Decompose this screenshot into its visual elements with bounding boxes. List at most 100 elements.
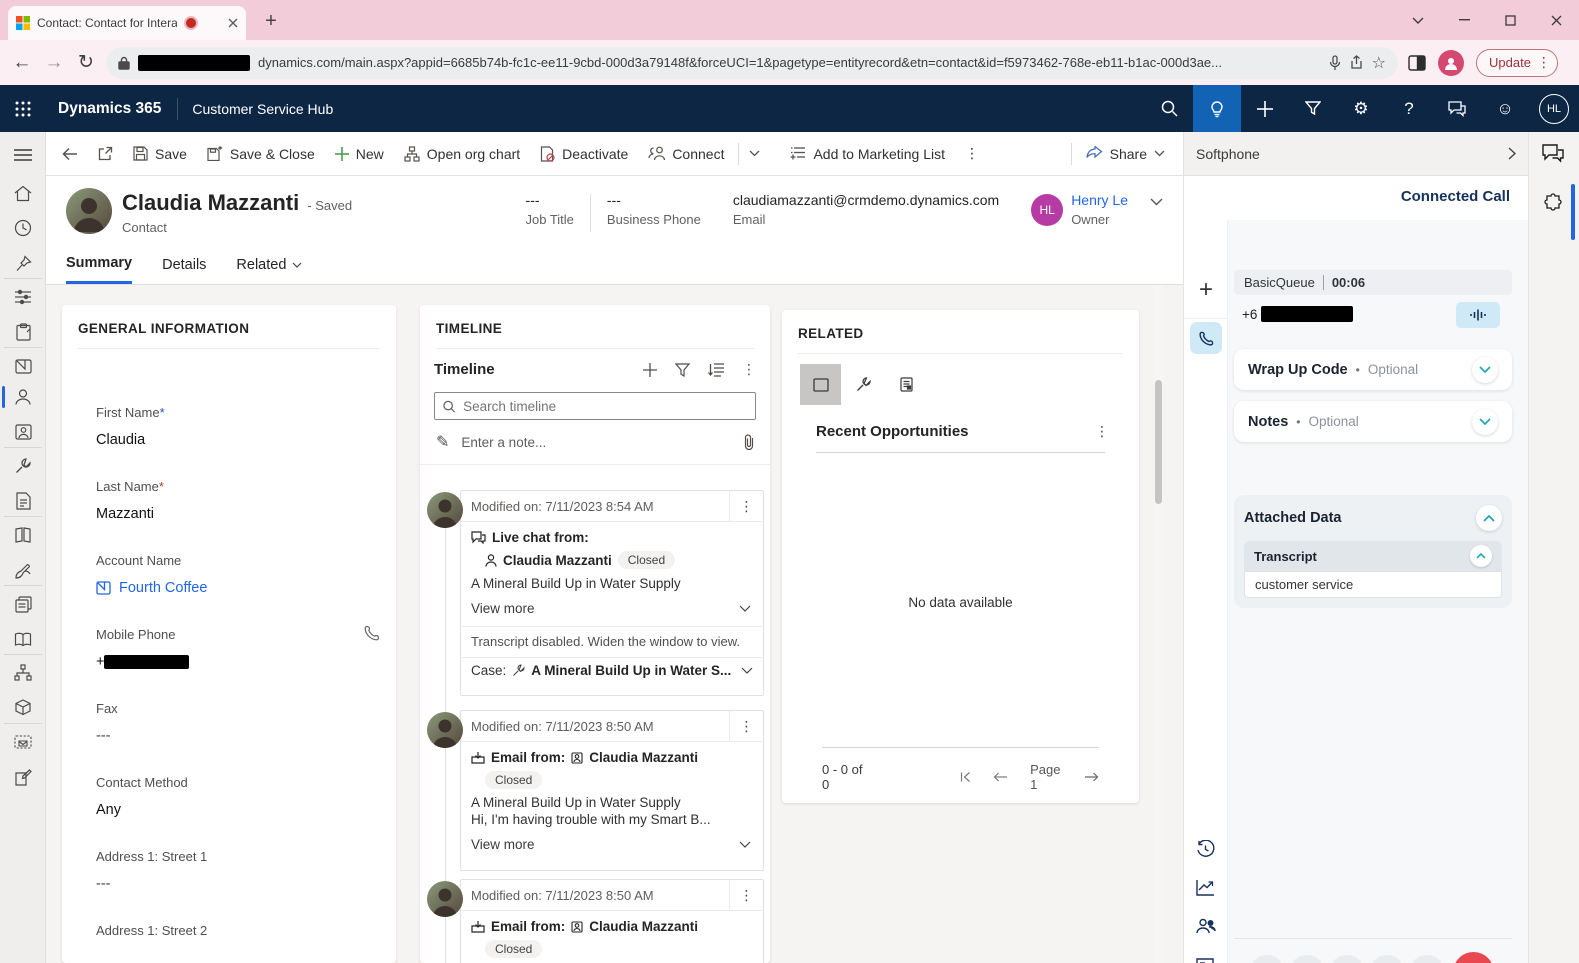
dialpad-button[interactable]: [1329, 955, 1365, 963]
feedback-chat-icon[interactable]: [1433, 85, 1481, 132]
global-search-icon[interactable]: [1145, 85, 1193, 132]
window-menu-button[interactable]: [1395, 0, 1441, 40]
entry-more-dots[interactable]: ⋮: [729, 711, 763, 742]
browser-menu-dots-icon[interactable]: ⋮: [1537, 54, 1551, 71]
timeline-entry-email[interactable]: Modified on: 7/11/2023 8:50 AM ⋮ Email f…: [420, 879, 764, 963]
tab-close-button[interactable]: [228, 18, 238, 28]
browser-back-button[interactable]: ←: [6, 52, 38, 74]
browser-update-button[interactable]: Update ⋮: [1476, 49, 1558, 77]
wrapup-code-card[interactable]: Wrap Up Code • Optional: [1234, 349, 1512, 390]
account-link[interactable]: Fourth Coffee: [96, 580, 378, 596]
back-button[interactable]: [46, 132, 88, 176]
related-tab-cases[interactable]: [843, 364, 884, 405]
business-phone-value[interactable]: ---: [607, 192, 701, 208]
sidebar-item-pinned[interactable]: [0, 248, 46, 278]
window-maximize-button[interactable]: [1487, 0, 1533, 40]
notes-expand-chevron[interactable]: [1472, 409, 1498, 435]
hold-device-button[interactable]: [1289, 955, 1325, 963]
app-launcher-waffle-icon[interactable]: [0, 101, 46, 117]
scrollbar-thumb[interactable]: [1155, 380, 1162, 504]
sidebar-item-queues[interactable]: [0, 486, 46, 516]
related-list-more-dots[interactable]: ⋮: [1095, 423, 1109, 440]
related-tab-opportunities[interactable]: [800, 364, 841, 405]
tab-summary[interactable]: Summary: [66, 255, 132, 284]
timeline-filter-icon[interactable]: [675, 363, 690, 377]
browser-profile-avatar[interactable]: [1438, 50, 1464, 76]
attached-collapse-chevron[interactable]: [1476, 505, 1502, 531]
contacts-icon[interactable]: [1196, 918, 1216, 934]
entry-more-dots[interactable]: ⋮: [729, 491, 763, 522]
mobile-phone-value[interactable]: +: [96, 654, 378, 670]
entry-from[interactable]: Claudia Mazzanti: [503, 553, 612, 568]
popout-record-button[interactable]: [88, 132, 123, 176]
user-avatar[interactable]: HL: [1539, 94, 1569, 124]
filter-icon[interactable]: [1289, 85, 1337, 132]
deactivate-button[interactable]: Deactivate: [530, 132, 638, 176]
timeline-search-box[interactable]: [434, 392, 756, 420]
attach-paperclip-icon[interactable]: [744, 434, 754, 450]
save-and-close-button[interactable]: Save & Close: [197, 132, 325, 176]
sidebar-item-entitlements[interactable]: [0, 658, 46, 688]
add-to-marketing-list-button[interactable]: Add to Marketing List: [780, 132, 955, 176]
sidebar-item-home[interactable]: [0, 178, 46, 208]
entry-more-dots[interactable]: ⋮: [729, 880, 763, 911]
open-org-chart-button[interactable]: Open org chart: [394, 132, 530, 176]
first-name-value[interactable]: Claudia: [96, 432, 378, 448]
sidebar-item-products[interactable]: [0, 693, 46, 723]
timeline-search-input[interactable]: [463, 399, 747, 414]
contact-photo-avatar[interactable]: [66, 188, 112, 234]
suggestions-lightbulb-icon[interactable]: [1193, 85, 1241, 132]
mute-microphone-button[interactable]: [1409, 955, 1445, 963]
form-scrollbar[interactable]: [1154, 285, 1163, 963]
entry-view-more[interactable]: View more: [471, 831, 753, 860]
analytics-chart-icon[interactable]: [1196, 879, 1215, 896]
sitemap-toggle-button[interactable]: [0, 140, 46, 170]
street1-value[interactable]: ---: [96, 876, 378, 892]
emoji-smiley-icon[interactable]: ☺: [1481, 85, 1529, 132]
microphone-icon[interactable]: [1329, 55, 1341, 71]
new-session-plus-button[interactable]: +: [1184, 276, 1228, 319]
window-minimize-button[interactable]: [1441, 0, 1487, 40]
tab-related[interactable]: Related: [236, 255, 302, 284]
sidebar-item-email-templates[interactable]: [0, 589, 46, 619]
sidebar-item-knowledge-articles[interactable]: [0, 520, 46, 550]
tab-details[interactable]: Details: [162, 255, 206, 284]
sidebar-item-cases[interactable]: [0, 451, 46, 481]
sidebar-item-dashboards[interactable]: [0, 282, 46, 312]
entry-from[interactable]: Claudia Mazzanti: [589, 750, 698, 765]
last-name-value[interactable]: Mazzanti: [96, 506, 378, 522]
entry-view-more[interactable]: View more: [471, 595, 753, 624]
browser-forward-button[interactable]: →: [38, 52, 70, 74]
window-close-button[interactable]: [1533, 0, 1579, 40]
bookmark-star-icon[interactable]: ☆: [1372, 53, 1386, 73]
email-value[interactable]: claudiamazzanti@crmdemo.dynamics.com: [733, 192, 999, 208]
end-call-button[interactable]: [1453, 952, 1494, 963]
sidebar-item-recent[interactable]: [0, 213, 46, 243]
address-bar[interactable]: dynamics.com/main.aspx?appid=6685b74b-fc…: [106, 47, 1398, 79]
connect-overflow-chevron[interactable]: [743, 132, 766, 176]
entry-from[interactable]: Claudia Mazzanti: [589, 919, 698, 934]
share-button[interactable]: Share: [1076, 132, 1183, 176]
help-icon[interactable]: ?: [1385, 85, 1433, 132]
timeline-note-composer[interactable]: ✎ Enter a note...: [420, 420, 770, 465]
sidebar-item-social-profiles[interactable]: [0, 417, 46, 447]
timeline-more-dots[interactable]: ⋮: [742, 361, 756, 378]
next-page-button[interactable]: [1084, 772, 1099, 782]
connect-button[interactable]: Connect: [638, 132, 734, 176]
entry-case-link[interactable]: Case: A Mineral Build Up in Water S...: [461, 658, 763, 683]
teams-chat-icon[interactable]: [1542, 144, 1564, 163]
transcript-value-field[interactable]: customer service: [1244, 571, 1502, 598]
new-tab-button[interactable]: +: [258, 10, 284, 33]
notes-card-icon[interactable]: [1196, 958, 1214, 963]
sidebar-item-activities[interactable]: [0, 317, 46, 347]
browser-reload-button[interactable]: ↻: [70, 51, 102, 74]
timeline-entry-email[interactable]: Modified on: 7/11/2023 8:50 AM ⋮ Email f…: [420, 710, 764, 871]
sidebar-item-quick-campaigns[interactable]: [0, 762, 46, 792]
owner-avatar[interactable]: HL: [1031, 194, 1063, 226]
transfer-call-button[interactable]: [1249, 955, 1285, 963]
owner-name-link[interactable]: Henry Le: [1071, 192, 1128, 208]
notes-card[interactable]: Notes • Optional: [1234, 401, 1512, 442]
previous-page-button[interactable]: [993, 772, 1008, 782]
audio-waveform-button[interactable]: [1456, 302, 1500, 328]
command-overflow-dots[interactable]: ⋮: [955, 145, 989, 162]
